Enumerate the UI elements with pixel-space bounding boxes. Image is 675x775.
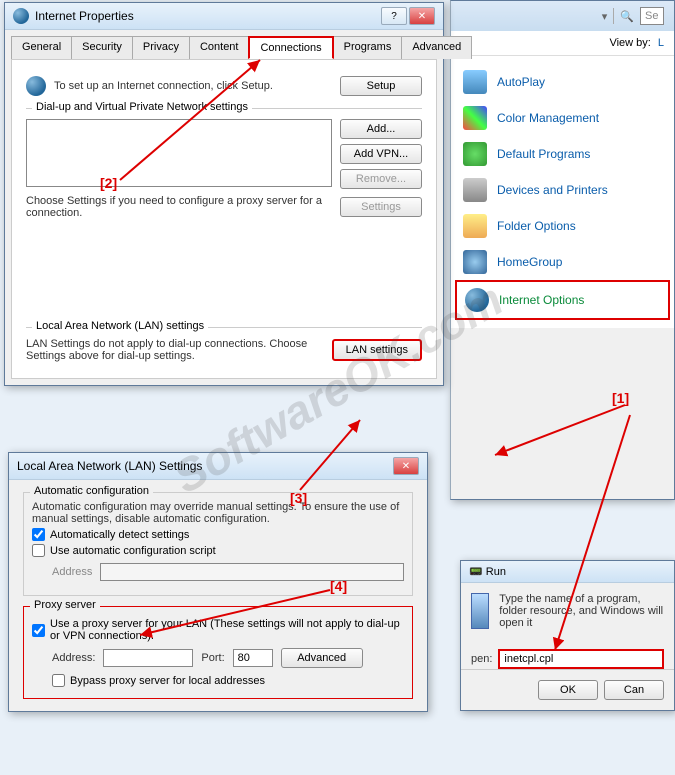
auto-config-group: Automatic configuration Automatic config… bbox=[23, 492, 413, 596]
run-title: 📟 Run bbox=[469, 565, 666, 578]
tabs: General Security Privacy Content Connect… bbox=[5, 30, 443, 59]
lan-body: Automatic configuration Automatic config… bbox=[9, 480, 427, 711]
tab-privacy[interactable]: Privacy bbox=[132, 36, 190, 59]
lan-close-button[interactable]: ✕ bbox=[393, 457, 419, 475]
toolbar: ▾ 🔍 Se bbox=[451, 1, 674, 31]
help-button[interactable]: ? bbox=[381, 7, 407, 25]
search-input[interactable]: Se bbox=[640, 7, 664, 25]
dialup-group-title: Dial-up and Virtual Private Network sett… bbox=[32, 101, 252, 113]
lan-settings-window: Local Area Network (LAN) Settings ✕ Auto… bbox=[8, 452, 428, 712]
cancel-button[interactable]: Can bbox=[604, 680, 664, 700]
ok-button[interactable]: OK bbox=[538, 680, 598, 700]
setup-button[interactable]: Setup bbox=[340, 76, 422, 96]
run-window: 📟 Run Type the name of a program, folder… bbox=[460, 560, 675, 711]
internet-properties-window: Internet Properties ? ✕ General Security… bbox=[4, 2, 444, 386]
settings-button[interactable]: Settings bbox=[340, 197, 422, 217]
add-vpn-button[interactable]: Add VPN... bbox=[340, 144, 422, 164]
auto-config-title: Automatic configuration bbox=[30, 485, 153, 497]
run-open-row: pen: bbox=[461, 649, 674, 669]
auto-script-checkbox[interactable]: Use automatic configuration script bbox=[32, 544, 404, 557]
run-titlebar: 📟 Run bbox=[461, 561, 674, 583]
run-icon bbox=[471, 593, 489, 629]
advanced-button[interactable]: Advanced bbox=[281, 648, 363, 668]
viewby-label: View by: bbox=[609, 37, 650, 49]
auto-detect-checkbox[interactable]: Automatically detect settings bbox=[32, 528, 404, 541]
proxy-group: Proxy server Use a proxy server for your… bbox=[23, 606, 413, 699]
lan-group-title: Local Area Network (LAN) settings bbox=[32, 320, 208, 332]
run-text: Type the name of a program, folder resou… bbox=[499, 593, 664, 629]
globe-icon bbox=[13, 8, 29, 24]
run-buttons: OK Can bbox=[461, 669, 674, 710]
tab-content[interactable]: Content bbox=[189, 36, 250, 59]
open-label: pen: bbox=[471, 653, 492, 665]
auto-config-text: Automatic configuration may override man… bbox=[32, 501, 404, 525]
lan-settings-button[interactable]: LAN settings bbox=[332, 339, 422, 361]
cp-item-color[interactable]: Color Management bbox=[455, 100, 670, 136]
viewby-row: View by: L bbox=[451, 31, 674, 56]
cp-item-folder-options[interactable]: Folder Options bbox=[455, 208, 670, 244]
choose-text: Choose Settings if you need to configure… bbox=[26, 195, 332, 219]
lan-text: LAN Settings do not apply to dial-up con… bbox=[26, 338, 324, 362]
run-input[interactable] bbox=[498, 649, 664, 669]
remove-button[interactable]: Remove... bbox=[340, 169, 422, 189]
bypass-checkbox[interactable]: Bypass proxy server for local addresses bbox=[52, 674, 404, 687]
control-panel-list: AutoPlay Color Management Default Progra… bbox=[451, 56, 674, 328]
lan-titlebar: Local Area Network (LAN) Settings ✕ bbox=[9, 453, 427, 480]
script-address-input bbox=[100, 563, 404, 581]
titlebar: Internet Properties ? ✕ bbox=[5, 3, 443, 30]
search-icon[interactable]: 🔍 bbox=[620, 10, 634, 23]
run-body: Type the name of a program, folder resou… bbox=[461, 583, 674, 639]
viewby-value[interactable]: L bbox=[658, 37, 664, 49]
lan-title: Local Area Network (LAN) Settings bbox=[17, 459, 393, 473]
window-title: Internet Properties bbox=[35, 9, 381, 23]
cp-item-devices[interactable]: Devices and Printers bbox=[455, 172, 670, 208]
dialog-body: To set up an Internet connection, click … bbox=[11, 59, 437, 379]
address-label: Address bbox=[52, 566, 92, 578]
connections-listbox[interactable] bbox=[26, 119, 332, 187]
control-panel-window: ▾ 🔍 Se View by: L AutoPlay Color Managem… bbox=[450, 0, 675, 500]
add-button[interactable]: Add... bbox=[340, 119, 422, 139]
cp-item-default-programs[interactable]: Default Programs bbox=[455, 136, 670, 172]
tab-advanced[interactable]: Advanced bbox=[401, 36, 472, 59]
cp-item-homegroup[interactable]: HomeGroup bbox=[455, 244, 670, 280]
close-button[interactable]: ✕ bbox=[409, 7, 435, 25]
proxy-group-title: Proxy server bbox=[30, 599, 100, 611]
proxy-address-label: Address: bbox=[52, 652, 95, 664]
cp-item-autoplay[interactable]: AutoPlay bbox=[455, 64, 670, 100]
proxy-address-input[interactable] bbox=[103, 649, 193, 667]
tab-security[interactable]: Security bbox=[71, 36, 133, 59]
use-proxy-checkbox[interactable]: Use a proxy server for your LAN (These s… bbox=[32, 618, 404, 642]
tab-general[interactable]: General bbox=[11, 36, 72, 59]
cp-item-internet-options[interactable]: Internet Options bbox=[455, 280, 670, 320]
setup-icon bbox=[26, 76, 46, 96]
tab-programs[interactable]: Programs bbox=[333, 36, 403, 59]
setup-text: To set up an Internet connection, click … bbox=[54, 80, 332, 92]
dialup-group: Dial-up and Virtual Private Network sett… bbox=[26, 108, 422, 219]
tab-connections[interactable]: Connections bbox=[248, 36, 333, 59]
lan-group: Local Area Network (LAN) settings LAN Se… bbox=[26, 327, 422, 362]
proxy-port-input[interactable] bbox=[233, 649, 273, 667]
proxy-port-label: Port: bbox=[201, 652, 224, 664]
